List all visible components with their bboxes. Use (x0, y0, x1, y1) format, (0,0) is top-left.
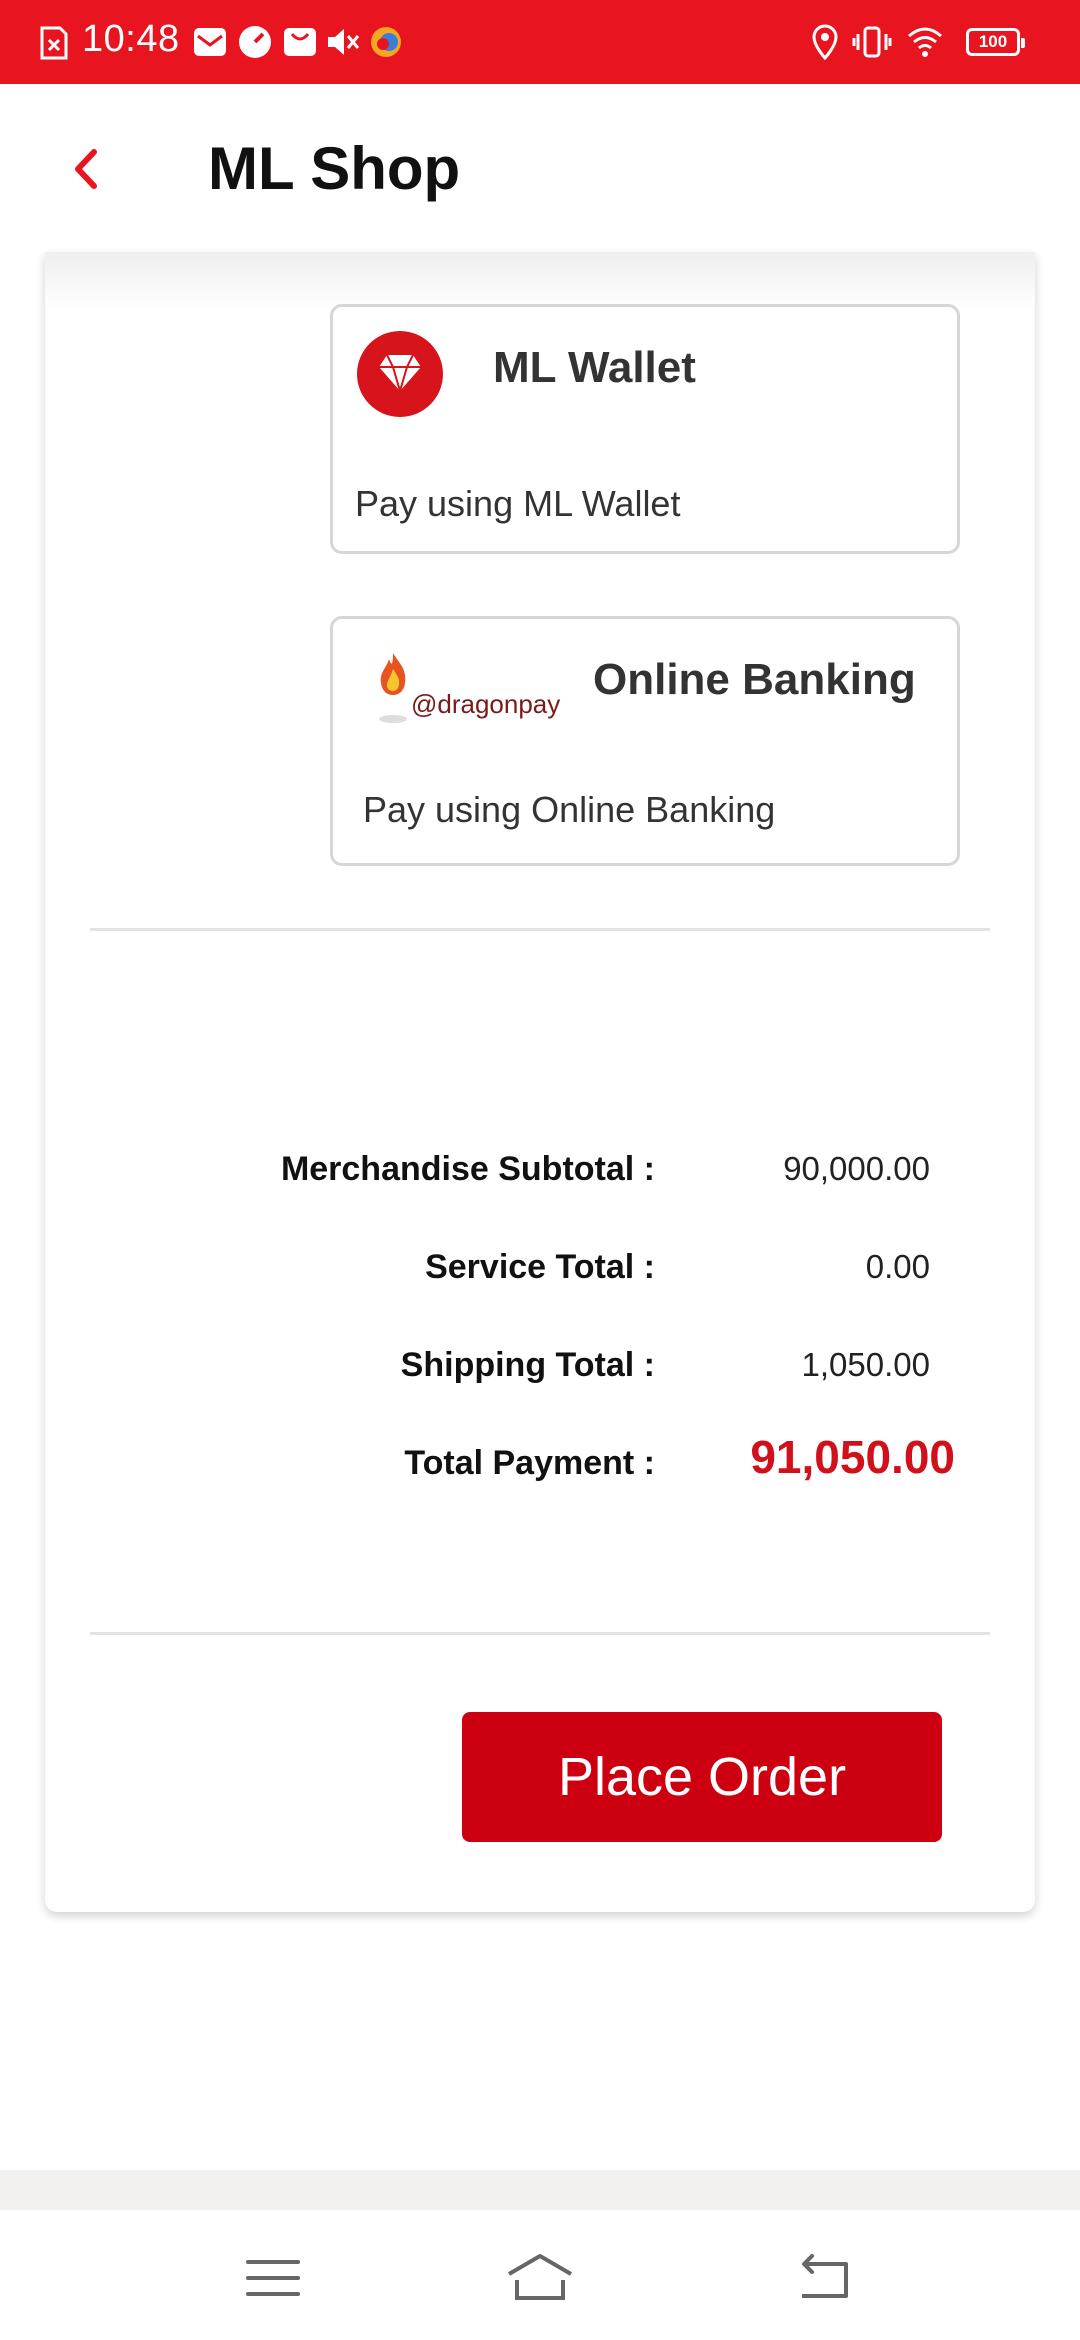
summary-value: 0.00 (865, 1248, 930, 1285)
flame-icon (379, 653, 407, 723)
system-nav-bar (0, 2210, 1080, 2340)
dragonpay-logo-text: @dragonpay (411, 689, 561, 719)
checkout-content: ML Wallet Pay using ML Wallet @dragonpay… (0, 252, 1080, 2170)
app-icon (371, 27, 401, 57)
summary-label: Service Total : (425, 1248, 655, 1286)
summary-label: Total Payment : (404, 1444, 655, 1482)
summary-row-merchandise-subtotal: Merchandise Subtotal : 90,000.00 (45, 1150, 1035, 1210)
payment-option-description: Pay using Online Banking (363, 789, 776, 830)
bottom-strip (0, 2170, 1080, 2210)
summary-label: Shipping Total : (400, 1346, 655, 1384)
ml-wallet-logo (357, 331, 443, 417)
dragonpay-logo: @dragonpay (373, 649, 560, 729)
shop-icon (284, 28, 316, 56)
mute-icon (328, 29, 360, 55)
back-icon[interactable] (790, 2250, 860, 2306)
location-icon (812, 24, 838, 61)
chevron-left-icon[interactable] (60, 134, 120, 204)
menu-icon[interactable] (238, 2250, 308, 2306)
wifi-icon (908, 27, 942, 57)
total-payment-value: 91,050.00 (750, 1431, 955, 1483)
home-icon[interactable] (505, 2250, 575, 2306)
payment-option-online-banking[interactable]: @dragonpay Online Banking Pay using Onli… (330, 616, 960, 866)
payment-option-description: Pay using ML Wallet (355, 483, 681, 524)
status-time: 10:48 (82, 18, 180, 60)
diamond-icon (379, 354, 421, 395)
payment-card: ML Wallet Pay using ML Wallet @dragonpay… (45, 252, 1035, 1912)
summary-value: 90,000.00 (783, 1150, 930, 1187)
payment-option-title: Online Banking (593, 655, 916, 704)
payment-option-title: ML Wallet (493, 343, 696, 392)
payment-option-ml-wallet[interactable]: ML Wallet Pay using ML Wallet (330, 304, 960, 554)
place-order-button[interactable]: Place Order (462, 1712, 942, 1842)
summary-value: 1,050.00 (801, 1346, 930, 1383)
divider (90, 1632, 990, 1635)
vibrate-icon (852, 26, 892, 58)
summary-label: Merchandise Subtotal : (280, 1150, 655, 1188)
status-bar: 10:48 100 (0, 0, 1080, 84)
speed-icon (239, 26, 271, 58)
page-title: ML Shop (208, 135, 461, 202)
summary-row-shipping-total: Shipping Total : 1,050.00 (45, 1346, 1035, 1406)
app-bar: ML Shop (0, 84, 1080, 252)
summary-row-service-total: Service Total : 0.00 (45, 1248, 1035, 1308)
divider (90, 928, 990, 931)
sim-alert-icon (40, 26, 68, 60)
summary-row-total-payment: Total Payment : 91,050.00 (45, 1431, 1035, 1504)
battery-icon: 100 (966, 28, 1025, 56)
mail-icon (194, 28, 226, 56)
